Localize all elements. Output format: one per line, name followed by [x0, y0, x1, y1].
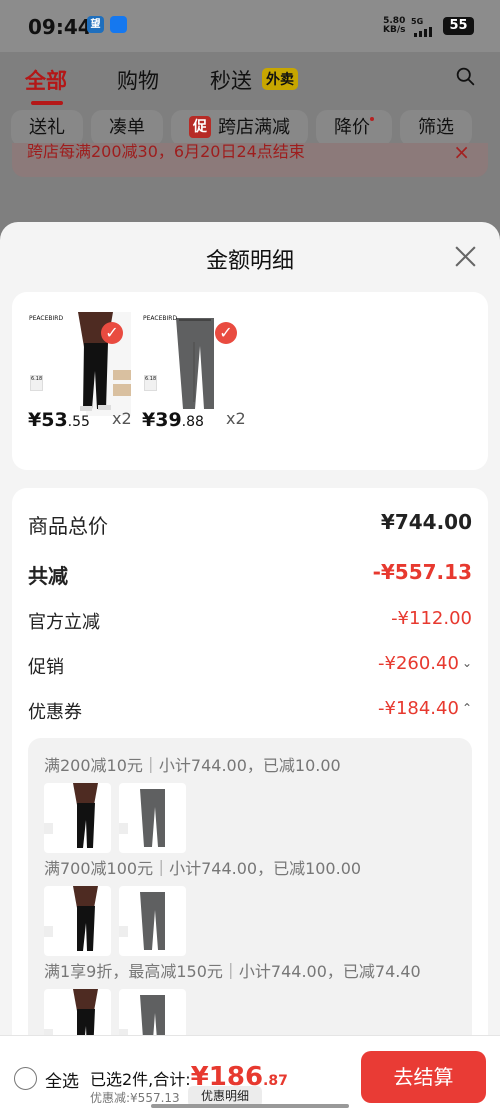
filter-button[interactable]: 筛选: [400, 110, 472, 146]
search-icon[interactable]: [455, 66, 476, 87]
coupon-product-thumb-gray: [119, 783, 186, 853]
filter-price-drop-label: 降价: [334, 117, 370, 138]
product-item-gray-pants[interactable]: PEACEBIRD 6.18 ✓: [142, 312, 245, 416]
chevron-up-icon[interactable]: ⌃: [462, 701, 472, 715]
promotion-icon: 促: [189, 116, 211, 138]
select-all-radio[interactable]: [14, 1067, 37, 1090]
battery-icon: 55: [443, 17, 474, 35]
red-dot-icon: [370, 117, 374, 121]
network-speed-unit: KB/s: [383, 25, 406, 35]
brand-label: PEACEBIRD: [143, 315, 178, 322]
product-tag: 6.18: [30, 375, 43, 391]
reduction-label: 共减: [28, 564, 68, 588]
sheet-title: 金额明细: [205, 249, 294, 274]
tab-shopping[interactable]: 购物: [117, 65, 159, 95]
takeout-badge[interactable]: 外卖: [262, 68, 298, 90]
message-app-icon: [110, 16, 127, 33]
promotion-notice: 跨店每满200减30，6月20日24点结束 ×: [12, 143, 488, 177]
promotion-label: 促销: [28, 657, 64, 678]
amount-row-coupon[interactable]: 优惠券 -¥184.40 ⌃: [28, 698, 472, 726]
selected-products-card: PEACEBIRD 6.18 ✓ ¥53.55 x2 PEACEBIRD 6.1…: [12, 292, 488, 470]
product-price-main: ¥53: [28, 409, 68, 431]
coupon-line-2: 满700减100元｜小计744.00，已减100.00: [44, 859, 362, 878]
network-speed: 5.80 KB/s: [383, 17, 405, 35]
product-price-main: ¥39: [142, 409, 182, 431]
official-discount-value: -¥112.00: [391, 608, 472, 629]
coupon-amount: -¥184.40: [378, 698, 459, 719]
product-image[interactable]: PEACEBIRD 6.18 ✓: [28, 312, 131, 416]
checkout-button[interactable]: 去结算: [361, 1051, 486, 1103]
notice-close-icon[interactable]: ×: [453, 143, 470, 162]
product-item-black-pants[interactable]: PEACEBIRD 6.18 ✓: [28, 312, 131, 416]
checkout-bar: 全选 已选2件,合计:¥186.87 优惠减:¥557.13 优惠明细 去结算: [0, 1035, 500, 1111]
amount-breakdown-card: 商品总价 ¥744.00 共减 -¥557.13 官方立减 -¥112.00 促…: [12, 488, 488, 1108]
select-all-label[interactable]: 全选: [45, 1067, 79, 1092]
close-icon[interactable]: [453, 244, 478, 269]
filter-cross-store-label: 跨店满减: [218, 117, 290, 138]
product-price: ¥39.88: [142, 409, 204, 431]
filter-bundle[interactable]: 凑单: [91, 110, 163, 146]
amount-row-total: 商品总价 ¥744.00: [28, 510, 472, 538]
coupon-label: 优惠券: [28, 702, 82, 723]
product-price-decimal: .88: [181, 414, 204, 430]
tab-express[interactable]: 秒送: [210, 65, 252, 95]
status-bar: 09:44 望 5.80 KB/s 5G 55: [0, 0, 500, 52]
amount-row-reduction: 共减 -¥557.13: [28, 560, 472, 588]
amount-row-promotion[interactable]: 促销 -¥260.40 ⌄: [28, 653, 472, 681]
coupon-line-1: 满200减10元｜小计744.00，已减10.00: [44, 756, 341, 775]
selected-check-icon[interactable]: ✓: [215, 322, 237, 344]
total-label: 商品总价: [28, 514, 108, 538]
status-time: 09:44: [28, 15, 92, 39]
product-quantity: x2: [112, 409, 132, 428]
filter-cross-store-discount[interactable]: 促跨店满减: [171, 110, 308, 146]
product-price: ¥53.55: [28, 409, 90, 431]
tab-all[interactable]: 全部: [25, 65, 67, 105]
reduction-value: -¥557.13: [372, 560, 472, 584]
coupon-line-3: 满1享9折，最高减150元｜小计744.00，已减74.40: [44, 962, 421, 981]
filter-chip-row: 送礼 凑单 促跨店满减 降价 筛选: [11, 110, 472, 146]
chevron-down-icon[interactable]: ⌄: [462, 656, 472, 670]
promotion-notice-text: 跨店每满200减30，6月20日24点结束: [27, 143, 305, 161]
selected-check-icon[interactable]: ✓: [101, 322, 123, 344]
promotion-value: -¥260.40 ⌄: [378, 653, 472, 674]
product-tag: 6.18: [144, 375, 157, 391]
brand-label: PEACEBIRD: [29, 315, 64, 322]
amount-detail-sheet: 金额明细 PEACEBIRD 6.18 ✓ ¥53.55 x2 PEACEBIR…: [0, 222, 500, 1111]
signal-icon: [414, 27, 432, 37]
app-notification-icon: 望: [87, 16, 104, 33]
total-price-decimal: .87: [263, 1073, 288, 1089]
official-discount-label: 官方立减: [28, 612, 100, 633]
background-cart-header: 全部 购物 秒送 外卖 送礼 凑单 促跨店满减 降价 筛选 跨店每满200减30…: [0, 52, 500, 222]
product-image[interactable]: PEACEBIRD 6.18 ✓: [142, 312, 245, 416]
filter-price-drop[interactable]: 降价: [316, 110, 392, 146]
network-type: 5G: [411, 17, 424, 26]
filter-gift[interactable]: 送礼: [11, 110, 83, 146]
home-indicator: [151, 1104, 349, 1108]
promotion-amount: -¥260.40: [378, 653, 459, 674]
coupon-product-thumb-black: [44, 886, 111, 956]
product-price-decimal: .55: [67, 414, 90, 430]
selected-summary-text: 已选2件,合计:: [90, 1070, 191, 1089]
product-quantity: x2: [226, 409, 246, 428]
total-value: ¥744.00: [380, 510, 472, 534]
coupon-value: -¥184.40 ⌃: [378, 698, 472, 719]
coupon-product-thumb-black: [44, 783, 111, 853]
amount-row-official: 官方立减 -¥112.00: [28, 608, 472, 636]
coupon-product-thumb-gray: [119, 886, 186, 956]
